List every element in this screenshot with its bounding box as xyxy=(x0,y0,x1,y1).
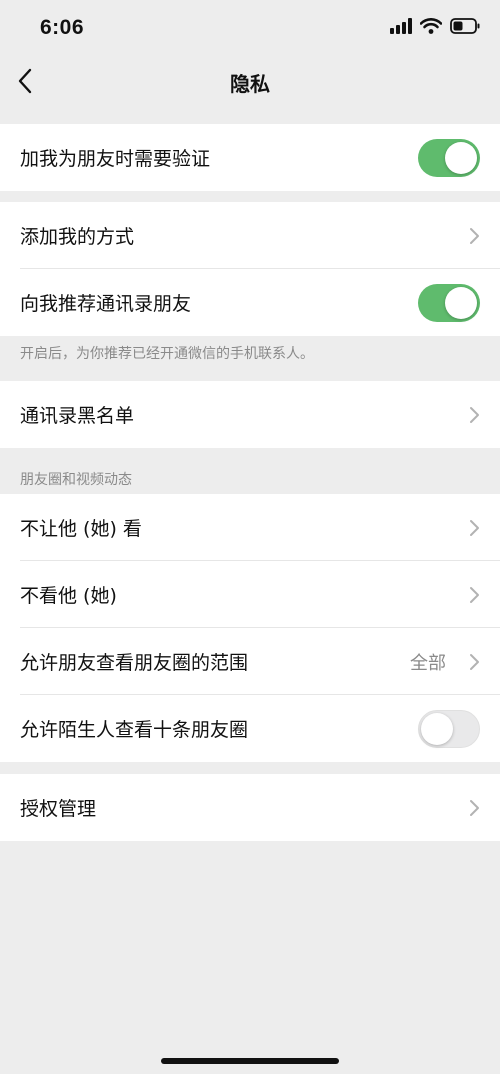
stranger-view-toggle[interactable] xyxy=(418,709,480,748)
page-title: 隐私 xyxy=(230,72,270,96)
moments-section-header: 朋友圈和视频动态 xyxy=(20,472,132,488)
cellular-signal-icon xyxy=(390,18,412,34)
blacklist-row[interactable]: 通讯录黑名单 xyxy=(0,381,500,448)
auth-manage-row[interactable]: 授权管理 xyxy=(0,774,500,841)
not-see-row[interactable]: 不看他 (她) xyxy=(0,561,500,628)
recommend-contacts-label: 向我推荐通讯录朋友 xyxy=(20,293,192,315)
not-see-label: 不看他 (她) xyxy=(20,585,117,607)
verify-row: 加我为朋友时需要验证 xyxy=(0,124,500,191)
wifi-icon xyxy=(420,18,442,34)
chevron-right-icon xyxy=(470,519,479,536)
chevron-right-icon xyxy=(470,799,479,816)
verify-toggle[interactable] xyxy=(418,138,480,177)
status-time: 6:06 xyxy=(40,16,85,39)
moments-range-value: 全部 xyxy=(410,652,446,674)
add-me-label: 添加我的方式 xyxy=(20,226,135,248)
privacy-screen: 6:06 隐私 加我为朋友时需要验证 添加我的方式 向我推荐通讯录朋友 开启后，… xyxy=(0,0,500,1074)
moments-group: 不让他 (她) 看 不看他 (她) 允许朋友查看朋友圈的范围 全部 允许陌生人查… xyxy=(0,494,500,762)
blacklist-group: 通讯录黑名单 xyxy=(0,381,500,448)
verify-label: 加我为朋友时需要验证 xyxy=(20,148,211,170)
nav-bar: 隐私 xyxy=(0,56,500,124)
hide-from-label: 不让他 (她) 看 xyxy=(20,518,142,540)
hide-from-row[interactable]: 不让他 (她) 看 xyxy=(0,494,500,561)
moments-range-label: 允许朋友查看朋友圈的范围 xyxy=(20,652,249,674)
chevron-right-icon xyxy=(470,227,479,244)
stranger-view-row: 允许陌生人查看十条朋友圈 xyxy=(0,695,500,762)
toggle-knob xyxy=(445,141,477,174)
toggle-knob xyxy=(421,712,453,745)
recommend-contacts-toggle[interactable] xyxy=(418,283,480,322)
toggle-knob xyxy=(445,286,477,319)
battery-icon xyxy=(450,18,480,34)
recommend-contacts-row: 向我推荐通讯录朋友 xyxy=(0,269,500,336)
chevron-right-icon xyxy=(470,586,479,603)
contact-group: 添加我的方式 向我推荐通讯录朋友 xyxy=(0,202,500,336)
verify-group: 加我为朋友时需要验证 xyxy=(0,124,500,191)
home-indicator[interactable] xyxy=(161,1058,339,1064)
recommend-note: 开启后，为你推荐已经开通微信的手机联系人。 xyxy=(20,346,314,362)
status-bar: 6:06 xyxy=(0,0,500,56)
add-me-row[interactable]: 添加我的方式 xyxy=(0,202,500,269)
auth-group: 授权管理 xyxy=(0,774,500,841)
stranger-view-label: 允许陌生人查看十条朋友圈 xyxy=(20,719,249,741)
chevron-right-icon xyxy=(470,406,479,423)
chevron-right-icon xyxy=(470,653,479,670)
moments-range-row[interactable]: 允许朋友查看朋友圈的范围 全部 xyxy=(0,628,500,695)
auth-manage-label: 授权管理 xyxy=(20,798,97,820)
status-icons xyxy=(390,18,480,34)
blacklist-label: 通讯录黑名单 xyxy=(20,405,135,427)
